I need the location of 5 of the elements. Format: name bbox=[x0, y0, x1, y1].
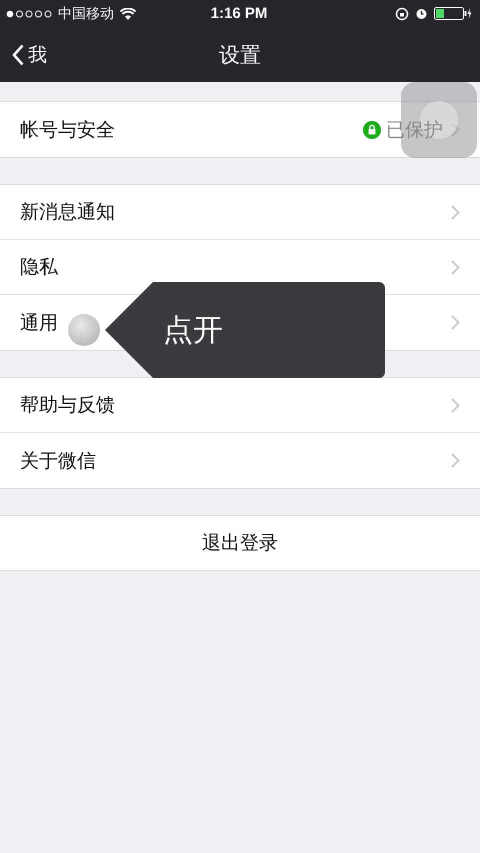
tooltip-text: 点开 bbox=[163, 312, 223, 350]
carrier-name: 中国移动 bbox=[58, 4, 114, 22]
page-title: 设置 bbox=[219, 42, 261, 68]
status-time: 1:16 PM bbox=[210, 5, 268, 22]
status-value: 已保护 bbox=[386, 118, 443, 142]
